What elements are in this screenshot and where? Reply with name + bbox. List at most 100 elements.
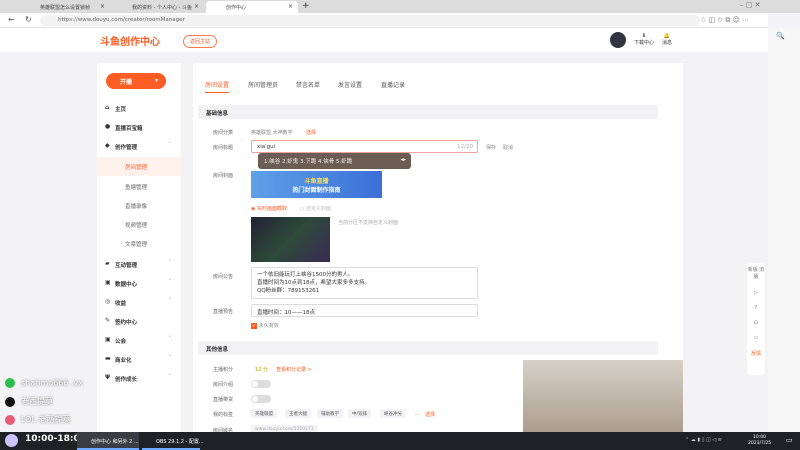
sidebar-item-room[interactable]: 房间管理 xyxy=(97,157,181,176)
sidebar-item-guild[interactable]: ▣ 公会 ˅ xyxy=(97,331,181,350)
sidebar-item-income[interactable]: ◎ 收益 ˅ xyxy=(97,293,181,312)
overlay-wechat: shatimo666 .vx xyxy=(5,378,83,388)
tags-more: ... xyxy=(415,411,420,417)
logo[interactable]: 斗鱼创作中心 xyxy=(100,33,160,48)
cover-preview-image xyxy=(251,217,330,262)
sidebar: ⌂ 主页 ● 直播百宝箱 ◆ 创作管理 ˄ 房间管理 鱼塘管理 直播录像 视频管理 文章… xyxy=(97,63,181,433)
sidebar-item-growth[interactable]: Ψ 创作成长 ˅ xyxy=(97,369,181,388)
score-value: 12 分 xyxy=(255,367,268,373)
category-label: 房间分类 xyxy=(213,130,234,136)
title-input[interactable]: xia'gui 12/20 xyxy=(251,140,478,153)
sidebar-item-home[interactable]: ⌂ 主页 xyxy=(97,99,181,118)
chevron-down-icon: ˅ xyxy=(168,298,171,304)
cover-guide-banner[interactable]: 斗鱼直播 热门封面制作指南 xyxy=(251,171,382,198)
help-icon[interactable]: ? xyxy=(747,305,765,311)
wechat-icon xyxy=(5,378,15,388)
sidebar-item-data[interactable]: ▣ 数据中心 ˅ xyxy=(97,274,181,293)
close-icon[interactable]: × xyxy=(194,3,199,10)
sidebar-item-fishpond[interactable]: 鱼塘管理 xyxy=(97,177,181,196)
notification-icon[interactable]: ▭ xyxy=(786,436,793,444)
bag-label: 直播带货 xyxy=(213,397,234,403)
version-switch[interactable]: 新版 旧版 xyxy=(747,263,765,280)
tab-live-records[interactable]: 直播记录 xyxy=(381,80,405,89)
browser-sidebar: 🔍 xyxy=(768,28,800,432)
section-title-other: 其他信息 xyxy=(198,341,658,355)
title-label: 房间标题 xyxy=(213,145,234,151)
sidebar-item-articles[interactable]: 文章管理 xyxy=(97,234,181,253)
browser-tab[interactable]: 英雄联盟怎么设置锁帧 × xyxy=(20,1,110,13)
tray-icons[interactable]: ⌃ ☁ ▮ ▯ ◫ ◁ ≋ xyxy=(685,437,722,443)
chevron-down-icon[interactable]: ▾ xyxy=(155,77,158,84)
download-center-button[interactable]: ⬇ 下载中心 xyxy=(634,33,654,46)
tag: 峡谷冲分 xyxy=(380,409,406,418)
tab-mute-list[interactable]: 禁言名单 xyxy=(296,80,320,89)
intro-toggle[interactable] xyxy=(251,380,271,388)
sidebar-item-recordings[interactable]: 直播录像 xyxy=(97,196,181,215)
category-value: 英雄联盟 大神教学 xyxy=(251,130,293,136)
briefcase-icon: ▬ xyxy=(105,355,111,362)
notice-label: 房间公告 xyxy=(213,274,234,280)
title-char-count: 12/20 xyxy=(457,144,473,150)
cover-hint: 当前分区不支持自定义封面 xyxy=(338,220,399,226)
new-tab-icon[interactable]: + xyxy=(302,1,310,11)
messages-button[interactable]: 🔔 消息 xyxy=(662,33,672,46)
permanent-checkbox[interactable]: ✓ 永久有效 xyxy=(251,322,279,329)
sidebar-item-videos[interactable]: 视频管理 xyxy=(97,215,181,234)
tab-room-admins[interactable]: 房间管理员 xyxy=(248,80,278,89)
sidebar-item-contract[interactable]: ✎ 签约中心 xyxy=(97,312,181,331)
tab-room-settings[interactable]: 房间设置 xyxy=(205,80,230,93)
section-title-basic: 基础信息 xyxy=(198,105,658,119)
tiktok-icon xyxy=(5,396,15,407)
cancel-link[interactable]: 取消 xyxy=(503,144,513,151)
notice-textarea[interactable]: 一个依旧能玩打上峡谷1500分的男人。 直播时间为10点到18点，希望大家多多支持… xyxy=(251,267,478,299)
tags-label: 我的标签 xyxy=(213,412,234,418)
tab-chat-settings[interactable]: 发言设置 xyxy=(338,80,362,89)
ime-arrows-icon[interactable]: ◂▸ xyxy=(400,157,406,163)
close-icon[interactable]: × xyxy=(100,3,105,10)
chevron-down-icon: ˅ xyxy=(168,336,171,342)
return-main-button[interactable]: 返回主站 xyxy=(183,35,218,48)
back-icon[interactable]: ← xyxy=(8,15,15,24)
browser-toolbar-icons[interactable]: ☆ ◫ ✩ ⧉ ☺ ⋯ xyxy=(700,16,749,25)
url-input[interactable]: https://www.douyu.com/creator/roomManage… xyxy=(40,15,700,26)
tags-select-link[interactable]: 选择 xyxy=(425,411,435,418)
category-select-link[interactable]: 选择 xyxy=(306,129,316,136)
screen-icon[interactable]: ▭ xyxy=(747,335,765,341)
guild-icon: ▣ xyxy=(105,336,111,343)
forecast-input[interactable]: 直播时间：10——18点 xyxy=(251,304,478,317)
ime-candidate-popup[interactable]: 1.峡谷 2.虾鬼 3.下跪 4.侠骨 5.虾跪 ◂▸ xyxy=(258,153,411,169)
growth-icon: Ψ xyxy=(105,374,111,381)
system-clock[interactable]: 10:00 2023/7/25 xyxy=(748,435,771,447)
close-icon[interactable]: × xyxy=(288,3,293,10)
window-controls[interactable]: – ▢ ✕ xyxy=(740,1,760,9)
radio-live-capture[interactable]: ◉ 实时画面截取 xyxy=(251,205,287,212)
browser-tab[interactable]: 我的资料 - 个人中心 - 斗鱼 × xyxy=(112,1,204,13)
taskbar-app-obs[interactable]: OBS 29.1.2 - 配置... xyxy=(142,432,204,450)
taskbar: 10:00-18:00 创作中心 和另外 2 ... OBS 29.1.2 - … xyxy=(0,432,800,450)
tag: 辅助教学 xyxy=(317,409,343,418)
save-link[interactable]: 保存 xyxy=(486,144,496,151)
chevron-down-icon: ˅ xyxy=(168,355,171,361)
clock-icon xyxy=(5,434,18,447)
overlay-lol: LOL 老西提莫 xyxy=(5,414,70,425)
go-live-button[interactable]: 开播 ▾ xyxy=(106,73,166,89)
intro-label: 房间介绍 xyxy=(213,382,234,388)
sidebar-item-creation[interactable]: ◆ 创作管理 ˄ xyxy=(97,137,181,156)
search-icon[interactable]: 🔍 xyxy=(776,32,785,40)
overlay-douyin: 老西提莫 xyxy=(5,396,53,407)
play-icon[interactable]: ▷ xyxy=(747,290,765,296)
avatar[interactable] xyxy=(610,32,626,48)
sidebar-item-interaction[interactable]: ▰ 互动管理 ˅ xyxy=(97,255,181,274)
taskbar-app-edge[interactable]: 创作中心 和另外 2 ... xyxy=(77,432,139,450)
feedback-button[interactable]: 反馈 xyxy=(747,350,765,357)
sidebar-item-commerce[interactable]: ▬ 商业化 ˅ xyxy=(97,350,181,369)
radio-custom-cover[interactable]: ○ 自定义封面 xyxy=(300,205,331,212)
browser-tab-bar: 英雄联盟怎么设置锁帧 × 我的资料 - 个人中心 - 斗鱼 × 创作中心 × + – … xyxy=(0,0,800,13)
browser-tab-active[interactable]: 创作中心 × xyxy=(206,1,298,13)
score-history-link[interactable]: 查看积分记录 > xyxy=(276,366,312,373)
checkbox-checked-icon: ✓ xyxy=(251,323,258,329)
bag-toggle[interactable] xyxy=(251,395,271,403)
headset-icon[interactable]: ☊ xyxy=(747,320,765,326)
sidebar-item-toolbox[interactable]: ● 直播百宝箱 xyxy=(97,118,181,137)
reload-icon[interactable]: ↻ xyxy=(25,15,32,24)
